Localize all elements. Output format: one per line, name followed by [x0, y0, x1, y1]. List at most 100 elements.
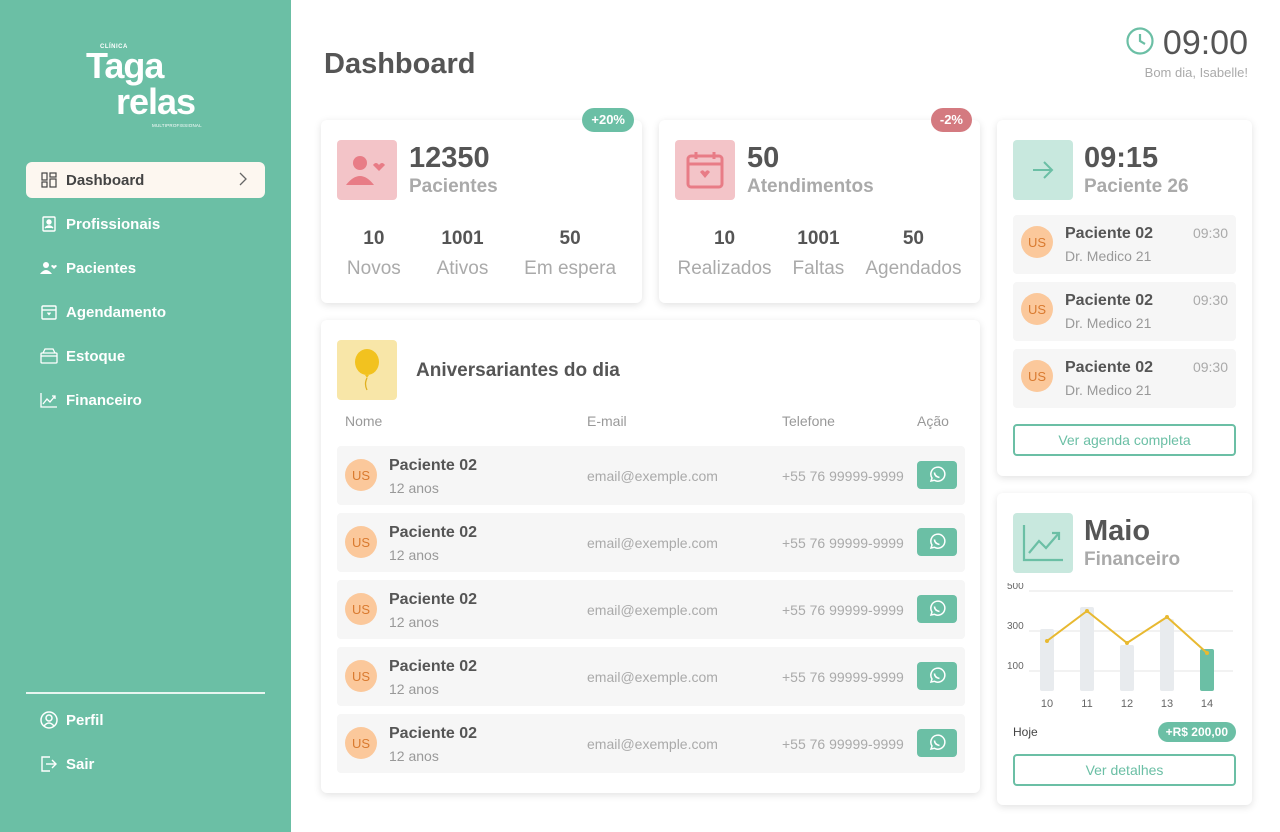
whatsapp-button[interactable] [917, 461, 957, 489]
chart-point [1205, 651, 1209, 655]
whatsapp-button[interactable] [917, 528, 957, 556]
sidebar-item-profissionais[interactable]: Profissionais [26, 206, 265, 242]
calendar-heart-icon [40, 303, 58, 321]
header-clock: 09:00 Bom dia, Isabelle! [1125, 24, 1248, 80]
x-tick-label: 14 [1201, 698, 1213, 710]
whatsapp-icon [929, 533, 946, 549]
appointments-growth-badge: -2% [930, 108, 972, 132]
patients-growth-badge: +20% [582, 108, 634, 132]
chevron-right-icon [239, 172, 247, 190]
chart-point [1045, 639, 1049, 643]
appointment-time: 09:30 [1192, 359, 1228, 375]
avatar: US [1021, 360, 1053, 392]
stat-label: Novos [346, 258, 401, 279]
birthdays-card: Aniversariantes do dia Nome E-mail Telef… [321, 320, 980, 793]
doctor-name: Dr. Medico 21 [1065, 382, 1152, 398]
details-button[interactable]: Ver detalhes [1013, 754, 1236, 786]
sidebar-divider [26, 692, 265, 694]
stat-novos: 10 Novos [347, 228, 401, 280]
sidebar-item-pacientes[interactable]: Pacientes [26, 250, 265, 286]
patient-name: Paciente 02 [389, 658, 478, 675]
sidebar-item-financeiro[interactable]: Financeiro [26, 382, 265, 418]
next-appointment-time: 09:15 [1084, 142, 1159, 174]
y-tick-label: 300 [1007, 621, 1024, 632]
patient-phone: +55 76 99999-9999 [782, 468, 904, 484]
table-row: US Paciente 02 12 anos email@exemple.com… [337, 513, 965, 572]
stat-ativos: 1001 Ativos [437, 228, 489, 280]
stat-value: 1001 [797, 228, 840, 249]
list-item[interactable]: US Paciente 02 Dr. Medico 21 09:30 [1013, 215, 1236, 274]
logout-icon [40, 755, 58, 773]
clinic-logo: CLÍNICA Taga relas MULTIPROFISSIONAL [84, 40, 208, 132]
avatar: US [1021, 293, 1053, 325]
today-value-badge: +R$ 200,00 [1157, 722, 1236, 742]
whatsapp-icon [929, 600, 946, 616]
patient-email: email@exemple.com [587, 669, 718, 685]
whatsapp-button[interactable] [917, 729, 957, 757]
appointments-card: -2% 50 Atendimentos 10 Realizados 1001 F… [659, 108, 980, 303]
doctor-name: Dr. Medico 21 [1065, 315, 1152, 331]
sidebar-item-dashboard[interactable]: Dashboard [26, 162, 265, 198]
table-row: US Paciente 02 12 anos email@exemple.com… [337, 647, 965, 706]
patient-name: Paciente 02 [1065, 359, 1154, 376]
page-title: Dashboard [324, 48, 476, 80]
user-heart-icon [40, 259, 58, 277]
stat-value: 10 [713, 228, 736, 249]
agenda-card: 09:15 Paciente 26 US Paciente 02 Dr. Med… [997, 120, 1252, 476]
birthdays-title: Aniversariantes do dia [416, 360, 620, 381]
sidebar-item-label: Estoque [66, 347, 126, 365]
x-tick-label: 12 [1121, 698, 1133, 710]
x-tick-label: 10 [1041, 698, 1053, 710]
birthdays-list: US Paciente 02 12 anos email@exemple.com… [337, 446, 965, 781]
patient-name: Paciente 02 [389, 725, 478, 742]
logo-line-1: Taga [86, 45, 164, 86]
sidebar-item-perfil[interactable]: Perfil [26, 702, 265, 738]
chart-bar [1160, 619, 1174, 691]
sidebar: CLÍNICA Taga relas MULTIPROFISSIONAL Das… [0, 0, 291, 832]
stat-label: Agendados [865, 258, 962, 279]
patient-phone: +55 76 99999-9999 [782, 602, 904, 618]
sidebar-item-agendamento[interactable]: Agendamento [26, 294, 265, 330]
current-time: 09:00 [1162, 24, 1248, 62]
whatsapp-button[interactable] [917, 662, 957, 690]
list-item[interactable]: US Paciente 02 Dr. Medico 21 09:30 [1013, 349, 1236, 408]
sidebar-item-label: Profissionais [66, 215, 161, 233]
stat-agendados: 50 Agendados [865, 228, 961, 280]
appointment-time: 09:30 [1192, 225, 1228, 241]
avatar: US [345, 593, 377, 625]
user-heart-icon [337, 140, 397, 200]
list-item[interactable]: US Paciente 02 Dr. Medico 21 09:30 [1013, 282, 1236, 341]
today-label: Hoje [1013, 725, 1038, 739]
column-header-email: E-mail [587, 413, 627, 429]
chart-bar [1080, 607, 1094, 691]
patient-age: 12 anos [389, 614, 439, 630]
patients-label: Pacientes [409, 176, 498, 197]
patient-name: Paciente 02 [1065, 225, 1154, 242]
column-header-name: Nome [345, 413, 383, 429]
whatsapp-icon [929, 466, 946, 482]
patient-email: email@exemple.com [587, 736, 718, 752]
patient-phone: +55 76 99999-9999 [782, 736, 904, 752]
stat-label: Faltas [792, 258, 845, 279]
patient-name: Paciente 02 [1065, 292, 1154, 309]
doctor-name: Dr. Medico 21 [1065, 248, 1152, 264]
sidebar-item-estoque[interactable]: Estoque [26, 338, 265, 374]
finance-label: Financeiro [1084, 549, 1181, 570]
patients-card: +20% 12350 Pacientes 10 Novos 1001 Ativo… [321, 108, 642, 303]
full-schedule-button[interactable]: Ver agenda completa [1013, 424, 1236, 456]
arrow-right-icon [1013, 140, 1073, 200]
y-tick-label: 100 [1007, 661, 1024, 672]
calendar-heart-icon [675, 140, 735, 200]
sidebar-item-label: Sair [66, 755, 95, 773]
sidebar-item-label: Dashboard [66, 171, 145, 189]
appointments-label: Atendimentos [747, 176, 874, 197]
sidebar-item-sair[interactable]: Sair [26, 746, 265, 782]
column-header-phone: Telefone [782, 413, 835, 429]
patient-phone: +55 76 99999-9999 [782, 669, 904, 685]
column-header-action: Ação [917, 413, 949, 429]
finance-chart: 100 300 500 10 11 12 13 14 [1007, 583, 1233, 710]
patient-age: 12 anos [389, 681, 439, 697]
y-tick-label: 500 [1007, 583, 1024, 592]
sidebar-item-label: Perfil [66, 711, 104, 729]
whatsapp-button[interactable] [917, 595, 957, 623]
